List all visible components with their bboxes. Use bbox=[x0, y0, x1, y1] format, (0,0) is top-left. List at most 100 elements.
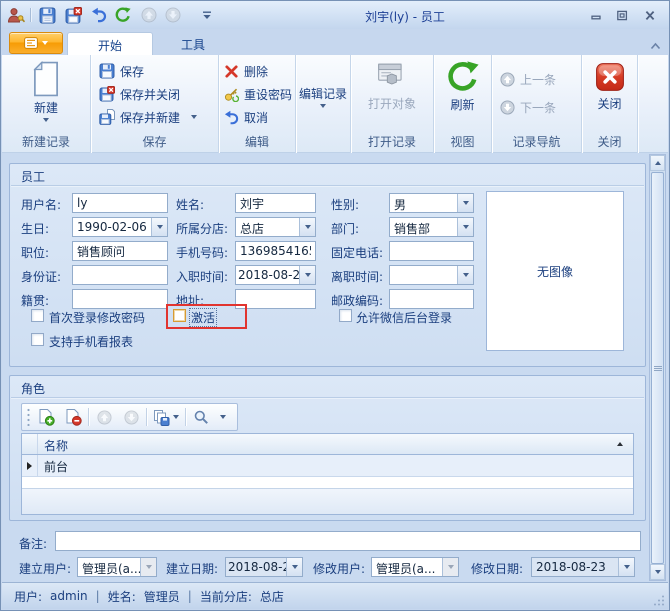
dropdown-button bbox=[442, 558, 458, 576]
modified-by-field[interactable]: 管理员(a... bbox=[371, 557, 459, 577]
scrollbar-thumb[interactable] bbox=[651, 172, 664, 564]
idcard-input[interactable] bbox=[72, 265, 168, 285]
store-label: 所属分店: bbox=[176, 220, 228, 237]
hometown-label: 籍贯: bbox=[21, 292, 49, 309]
move-down-button[interactable] bbox=[119, 405, 143, 429]
birthday-picker[interactable]: 1990-02-06 bbox=[72, 217, 168, 237]
dropdown-button[interactable] bbox=[457, 266, 473, 284]
sort-ascending-icon bbox=[617, 442, 623, 446]
hire-date-picker[interactable]: 2018-08-23 bbox=[235, 265, 316, 285]
save-new-icon bbox=[99, 109, 115, 125]
previous-record-button[interactable]: 上一条 bbox=[500, 69, 556, 89]
modified-by-value: 管理员(a... bbox=[372, 558, 442, 576]
postcode-input[interactable] bbox=[389, 289, 474, 309]
gender-select[interactable]: 男 bbox=[389, 193, 474, 213]
close-window-button[interactable] bbox=[639, 7, 661, 23]
tab-home[interactable]: 开始 bbox=[67, 32, 153, 55]
chevron-down-icon bbox=[220, 415, 226, 419]
store-select[interactable]: 总店 bbox=[235, 217, 316, 237]
hometown-input[interactable] bbox=[72, 289, 168, 309]
first-login-change-password-checkbox[interactable] bbox=[31, 309, 44, 322]
ribbon-group-open-record: 打开对象 打开记录 bbox=[351, 55, 434, 153]
modified-date-field[interactable]: 2018-08-23 bbox=[531, 557, 635, 577]
save-button[interactable]: 保存 bbox=[99, 61, 144, 81]
title-bar: 刘宇(ly) - 员工 bbox=[1, 1, 669, 29]
dropdown-button[interactable] bbox=[299, 266, 315, 284]
resize-grip-icon[interactable] bbox=[653, 594, 665, 606]
roles-grid-row[interactable]: 前台 bbox=[22, 455, 633, 477]
created-by-field[interactable]: 管理员(a... bbox=[77, 557, 157, 577]
save-icon[interactable] bbox=[37, 5, 57, 25]
leave-date-picker[interactable] bbox=[389, 265, 474, 285]
allow-wechat-backend-login-checkbox[interactable] bbox=[339, 309, 352, 322]
employee-group-title: 员工 bbox=[21, 168, 45, 185]
dropdown-button[interactable] bbox=[299, 218, 315, 236]
edit-record-button[interactable]: 编辑记录 bbox=[298, 58, 348, 134]
move-up-button[interactable] bbox=[92, 405, 116, 429]
name-input[interactable] bbox=[235, 193, 316, 213]
mobile-input[interactable] bbox=[235, 241, 316, 261]
dropdown-button[interactable] bbox=[286, 558, 302, 576]
remove-role-button[interactable] bbox=[61, 405, 85, 429]
user-key-icon[interactable] bbox=[6, 5, 26, 25]
search-button[interactable] bbox=[189, 405, 213, 429]
save-and-close-button[interactable]: 保存并关闭 bbox=[99, 84, 180, 104]
dropdown-button[interactable] bbox=[457, 218, 473, 236]
application-menu-button[interactable] bbox=[9, 32, 63, 54]
dropdown-button[interactable] bbox=[457, 194, 473, 212]
add-role-button[interactable] bbox=[34, 405, 58, 429]
save-close-icon[interactable] bbox=[63, 5, 83, 25]
refresh-button[interactable]: 刷新 bbox=[436, 58, 489, 134]
status-branch-label: 当前分店: bbox=[200, 588, 252, 605]
mobile-label: 手机号码: bbox=[176, 244, 228, 261]
dropdown-button[interactable] bbox=[618, 558, 634, 576]
record-down-icon[interactable] bbox=[163, 5, 183, 25]
record-up-icon[interactable] bbox=[139, 5, 159, 25]
new-page-icon bbox=[31, 61, 61, 97]
address-input[interactable] bbox=[235, 289, 316, 309]
scroll-down-button[interactable] bbox=[650, 564, 665, 580]
close-button[interactable]: 关闭 bbox=[584, 58, 635, 134]
hire-date-value: 2018-08-23 bbox=[236, 266, 299, 284]
group-label-close: 关闭 bbox=[582, 133, 637, 150]
active-checkbox[interactable] bbox=[173, 309, 186, 322]
open-object-button[interactable]: 打开对象 bbox=[353, 58, 431, 134]
mobile-report-checkbox[interactable] bbox=[31, 333, 44, 346]
gender-label: 性别: bbox=[331, 196, 359, 213]
group-label-record-nav: 记录导航 bbox=[492, 133, 581, 150]
department-select[interactable]: 销售部 bbox=[389, 217, 474, 237]
new-button[interactable]: 新建 bbox=[4, 58, 88, 134]
reset-password-button[interactable]: 重设密码 bbox=[224, 84, 292, 104]
username-input[interactable] bbox=[72, 193, 168, 213]
vertical-scrollbar[interactable] bbox=[649, 154, 666, 581]
scroll-up-button[interactable] bbox=[650, 155, 665, 171]
refresh-icon[interactable] bbox=[113, 5, 133, 25]
employee-photo-box[interactable]: 无图像 bbox=[486, 191, 624, 351]
group-title-divider bbox=[11, 185, 644, 186]
next-record-button[interactable]: 下一条 bbox=[500, 97, 556, 117]
cancel-button[interactable]: 取消 bbox=[224, 107, 268, 127]
undo-icon[interactable] bbox=[89, 5, 109, 25]
remark-input[interactable] bbox=[55, 531, 641, 551]
tab-tools[interactable]: 工具 bbox=[155, 32, 231, 55]
group-label-new-record: 新建记录 bbox=[2, 133, 90, 150]
ribbon: 新建 新建记录 保存 保存并关闭 保存并新建 保存 bbox=[2, 55, 668, 153]
export-button[interactable] bbox=[150, 405, 182, 429]
dropdown-button[interactable] bbox=[151, 218, 167, 236]
status-separator: | bbox=[96, 589, 100, 603]
created-date-field[interactable]: 2018-08-23 bbox=[225, 557, 303, 577]
telephone-label: 固定电话: bbox=[331, 244, 383, 261]
delete-button[interactable]: 删除 bbox=[224, 61, 268, 81]
telephone-input[interactable] bbox=[389, 241, 474, 261]
circle-down-icon bbox=[500, 100, 515, 115]
maximize-button[interactable] bbox=[611, 7, 633, 23]
minimize-ribbon-icon[interactable] bbox=[650, 39, 661, 53]
drag-grip-icon[interactable] bbox=[26, 408, 31, 426]
minimize-button[interactable] bbox=[585, 7, 607, 23]
qat-customize-icon[interactable] bbox=[197, 5, 217, 25]
store-value: 总店 bbox=[236, 218, 299, 236]
search-options-dropdown[interactable] bbox=[216, 405, 230, 429]
save-and-new-button[interactable]: 保存并新建 bbox=[99, 107, 197, 127]
roles-grid-header[interactable]: 名称 bbox=[22, 434, 633, 455]
position-input[interactable] bbox=[72, 241, 168, 261]
